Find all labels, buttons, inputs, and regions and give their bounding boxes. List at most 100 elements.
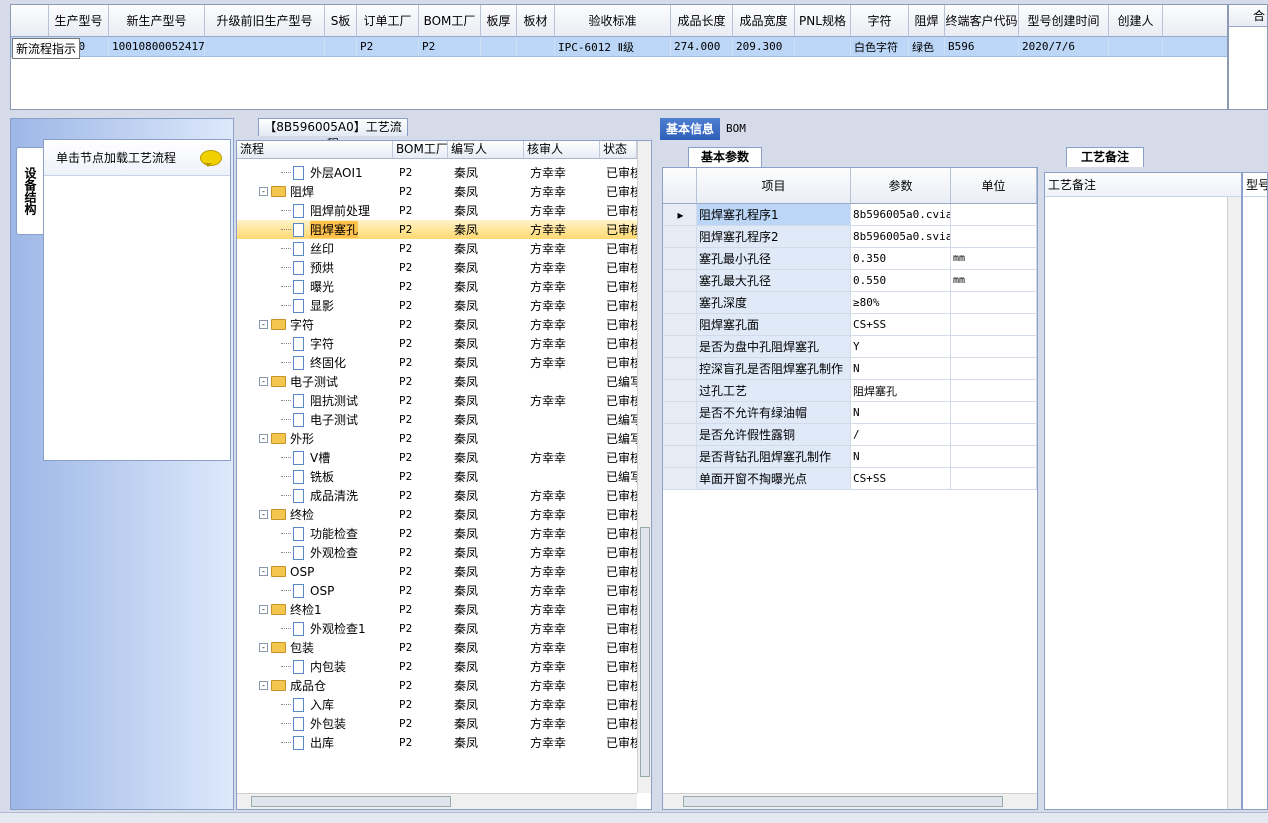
tree-node[interactable]: 铣板 (237, 467, 393, 486)
tree-node[interactable]: 阻抗测试 (237, 391, 393, 410)
col-header[interactable]: 新生产型号 (109, 5, 205, 36)
grid-cell[interactable]: 274.000 (671, 37, 733, 56)
collapse-icon[interactable]: - (259, 681, 268, 690)
tree-row[interactable]: OSP P2 秦凤 方幸幸 已审核 (237, 581, 637, 600)
row-indicator[interactable] (663, 270, 697, 291)
row-indicator[interactable] (663, 292, 697, 313)
param-value[interactable]: ≥80% (851, 292, 951, 313)
tree-node[interactable]: 外包装 (237, 714, 393, 733)
params-row[interactable]: 阻焊塞孔面 CS+SS (663, 314, 1037, 336)
param-unit[interactable] (951, 204, 1037, 225)
tree-row[interactable]: 外包装 P2 秦凤 方幸幸 已审核 (237, 714, 637, 733)
grid-cell[interactable] (517, 37, 555, 56)
collapse-icon[interactable]: - (259, 567, 268, 576)
tree-row[interactable]: 功能检查 P2 秦凤 方幸幸 已审核 (237, 524, 637, 543)
equipment-structure-tab[interactable]: 设备结构 (16, 147, 44, 235)
tree-row[interactable]: 曝光 P2 秦凤 方幸幸 已审核 (237, 277, 637, 296)
tree-col-header[interactable]: 核审人 (524, 141, 600, 158)
tree-node[interactable]: 字符 (237, 334, 393, 353)
param-value[interactable]: N (851, 358, 951, 379)
params-grid[interactable]: 项目 参数 单位 ▸ 阻焊塞孔程序1 8b596005a0.cvia 阻焊塞孔程序2 8b5… (662, 167, 1038, 810)
col-header[interactable]: 型号创建时间 (1019, 5, 1109, 36)
col-header[interactable]: S板 (325, 5, 357, 36)
tree-vertical-scrollbar[interactable] (637, 141, 651, 793)
param-unit[interactable]: mm (951, 248, 1037, 269)
params-row[interactable]: 是否不允许有绿油帽 N (663, 402, 1037, 424)
tree-row[interactable]: 成品清洗 P2 秦凤 方幸幸 已审核 (237, 486, 637, 505)
tree-node[interactable]: 出库 (237, 733, 393, 752)
info-tabs[interactable]: 基本信息 BOM (660, 118, 752, 140)
params-row[interactable]: 塞孔最小孔径 0.350 mm (663, 248, 1037, 270)
param-value[interactable]: N (851, 402, 951, 423)
params-row[interactable]: 过孔工艺 阻焊塞孔 (663, 380, 1037, 402)
param-unit[interactable] (951, 226, 1037, 247)
param-value[interactable]: 8b596005a0.svia (851, 226, 951, 247)
tree-row[interactable]: - OSP P2 秦凤 方幸幸 已审核 (237, 562, 637, 581)
tree-row[interactable]: - 终检1 P2 秦凤 方幸幸 已审核 (237, 600, 637, 619)
param-unit[interactable] (951, 336, 1037, 357)
params-col-header[interactable]: 参数 (851, 168, 951, 203)
params-row[interactable]: 是否为盘中孔阻焊塞孔 Y (663, 336, 1037, 358)
tree-row[interactable]: 电子测试 P2 秦凤 已编写 (237, 410, 637, 429)
collapse-icon[interactable]: - (259, 605, 268, 614)
row-indicator[interactable] (663, 314, 697, 335)
param-value[interactable]: Y (851, 336, 951, 357)
model-grid[interactable]: 生产型号 新生产型号 升级前旧生产型号 S板 订单工厂 BOM工厂 板厚 板材 验收标准 成品长度… (10, 4, 1228, 110)
tree-col-header[interactable]: 流程 (237, 141, 393, 158)
tree-vscroll-thumb[interactable] (640, 527, 650, 777)
param-value[interactable]: CS+SS (851, 468, 951, 489)
tree-row[interactable]: - 字符 P2 秦凤 方幸幸 已审核 (237, 315, 637, 334)
param-unit[interactable] (951, 402, 1037, 423)
col-header[interactable]: 订单工厂 (357, 5, 419, 36)
tree-node[interactable]: - 外形 (237, 429, 393, 448)
param-unit[interactable] (951, 380, 1037, 401)
params-col-header[interactable]: 项目 (697, 168, 851, 203)
tree-row[interactable]: 铣板 P2 秦凤 已编写 (237, 467, 637, 486)
collapse-icon[interactable]: - (259, 510, 268, 519)
tree-row[interactable]: V槽 P2 秦凤 方幸幸 已审核 (237, 448, 637, 467)
tree-node[interactable]: 丝印 (237, 239, 393, 258)
tree-node[interactable]: 显影 (237, 296, 393, 315)
col-header[interactable]: PNL规格 (795, 5, 851, 36)
row-indicator[interactable] (663, 358, 697, 379)
tree-row[interactable]: 外层AOI1 P2 秦凤 方幸幸 已审核 (237, 163, 637, 182)
grid-cell[interactable]: 209.300 (733, 37, 795, 56)
tree-node[interactable]: - 包装 (237, 638, 393, 657)
params-row[interactable]: 是否允许假性露铜 / (663, 424, 1037, 446)
params-rows[interactable]: ▸ 阻焊塞孔程序1 8b596005a0.cvia 阻焊塞孔程序2 8b596005a0… (663, 204, 1037, 490)
row-indicator[interactable] (663, 468, 697, 489)
tree-horizontal-scrollbar[interactable] (237, 793, 637, 809)
params-hscroll-thumb[interactable] (683, 796, 1003, 807)
tree-hscroll-thumb[interactable] (251, 796, 451, 807)
tree-row[interactable]: 阻焊塞孔 P2 秦凤 方幸幸 已审核 (237, 220, 637, 239)
tree-col-header[interactable]: 编写人 (448, 141, 524, 158)
param-unit[interactable]: mm (951, 270, 1037, 291)
model-remarks-grid[interactable]: 型号 (1242, 172, 1268, 810)
params-row[interactable]: 控深盲孔是否阻焊塞孔制作 N (663, 358, 1037, 380)
tab-basic-info[interactable]: 基本信息 (660, 118, 721, 140)
param-unit[interactable] (951, 292, 1037, 313)
params-row[interactable]: 阻焊塞孔程序2 8b596005a0.svia (663, 226, 1037, 248)
params-row[interactable]: 单面开窗不掏曝光点 CS+SS (663, 468, 1037, 490)
col-header[interactable]: 板厚 (481, 5, 517, 36)
tree-node[interactable]: 成品清洗 (237, 486, 393, 505)
collapse-icon[interactable]: - (259, 187, 268, 196)
process-flow-tree[interactable]: 流程BOM工厂编写人核审人状态 外层AOI1P2秦凤方幸幸已审核-阻焊P2秦凤方… (236, 140, 652, 810)
current-row-arrow-icon[interactable]: ▸ (663, 204, 697, 225)
tree-node[interactable]: 功能检查 (237, 524, 393, 543)
tree-node[interactable]: 外观检查 (237, 543, 393, 562)
col-header[interactable]: 字符 (851, 5, 909, 36)
param-value[interactable]: N (851, 446, 951, 467)
tree-node[interactable]: - 字符 (237, 315, 393, 334)
model-grid-row[interactable]: 005A010010800052417P2P2IPC-6012 Ⅱ级274.00… (11, 37, 1227, 57)
tree-row[interactable]: 显影 P2 秦凤 方幸幸 已审核 (237, 296, 637, 315)
param-unit[interactable] (951, 358, 1037, 379)
grid-cell[interactable] (1109, 37, 1163, 56)
tree-node[interactable]: - 终检 (237, 505, 393, 524)
grid-cell[interactable]: 10010800052417 (109, 37, 205, 56)
process-remarks-tab[interactable]: 工艺备注 (1066, 147, 1144, 167)
tree-node[interactable]: 曝光 (237, 277, 393, 296)
grid-cell[interactable]: 2020/7/6 (1019, 37, 1109, 56)
tree-row[interactable]: - 电子测试 P2 秦凤 已编写 (237, 372, 637, 391)
tree-row[interactable]: - 阻焊 P2 秦凤 方幸幸 已审核 (237, 182, 637, 201)
